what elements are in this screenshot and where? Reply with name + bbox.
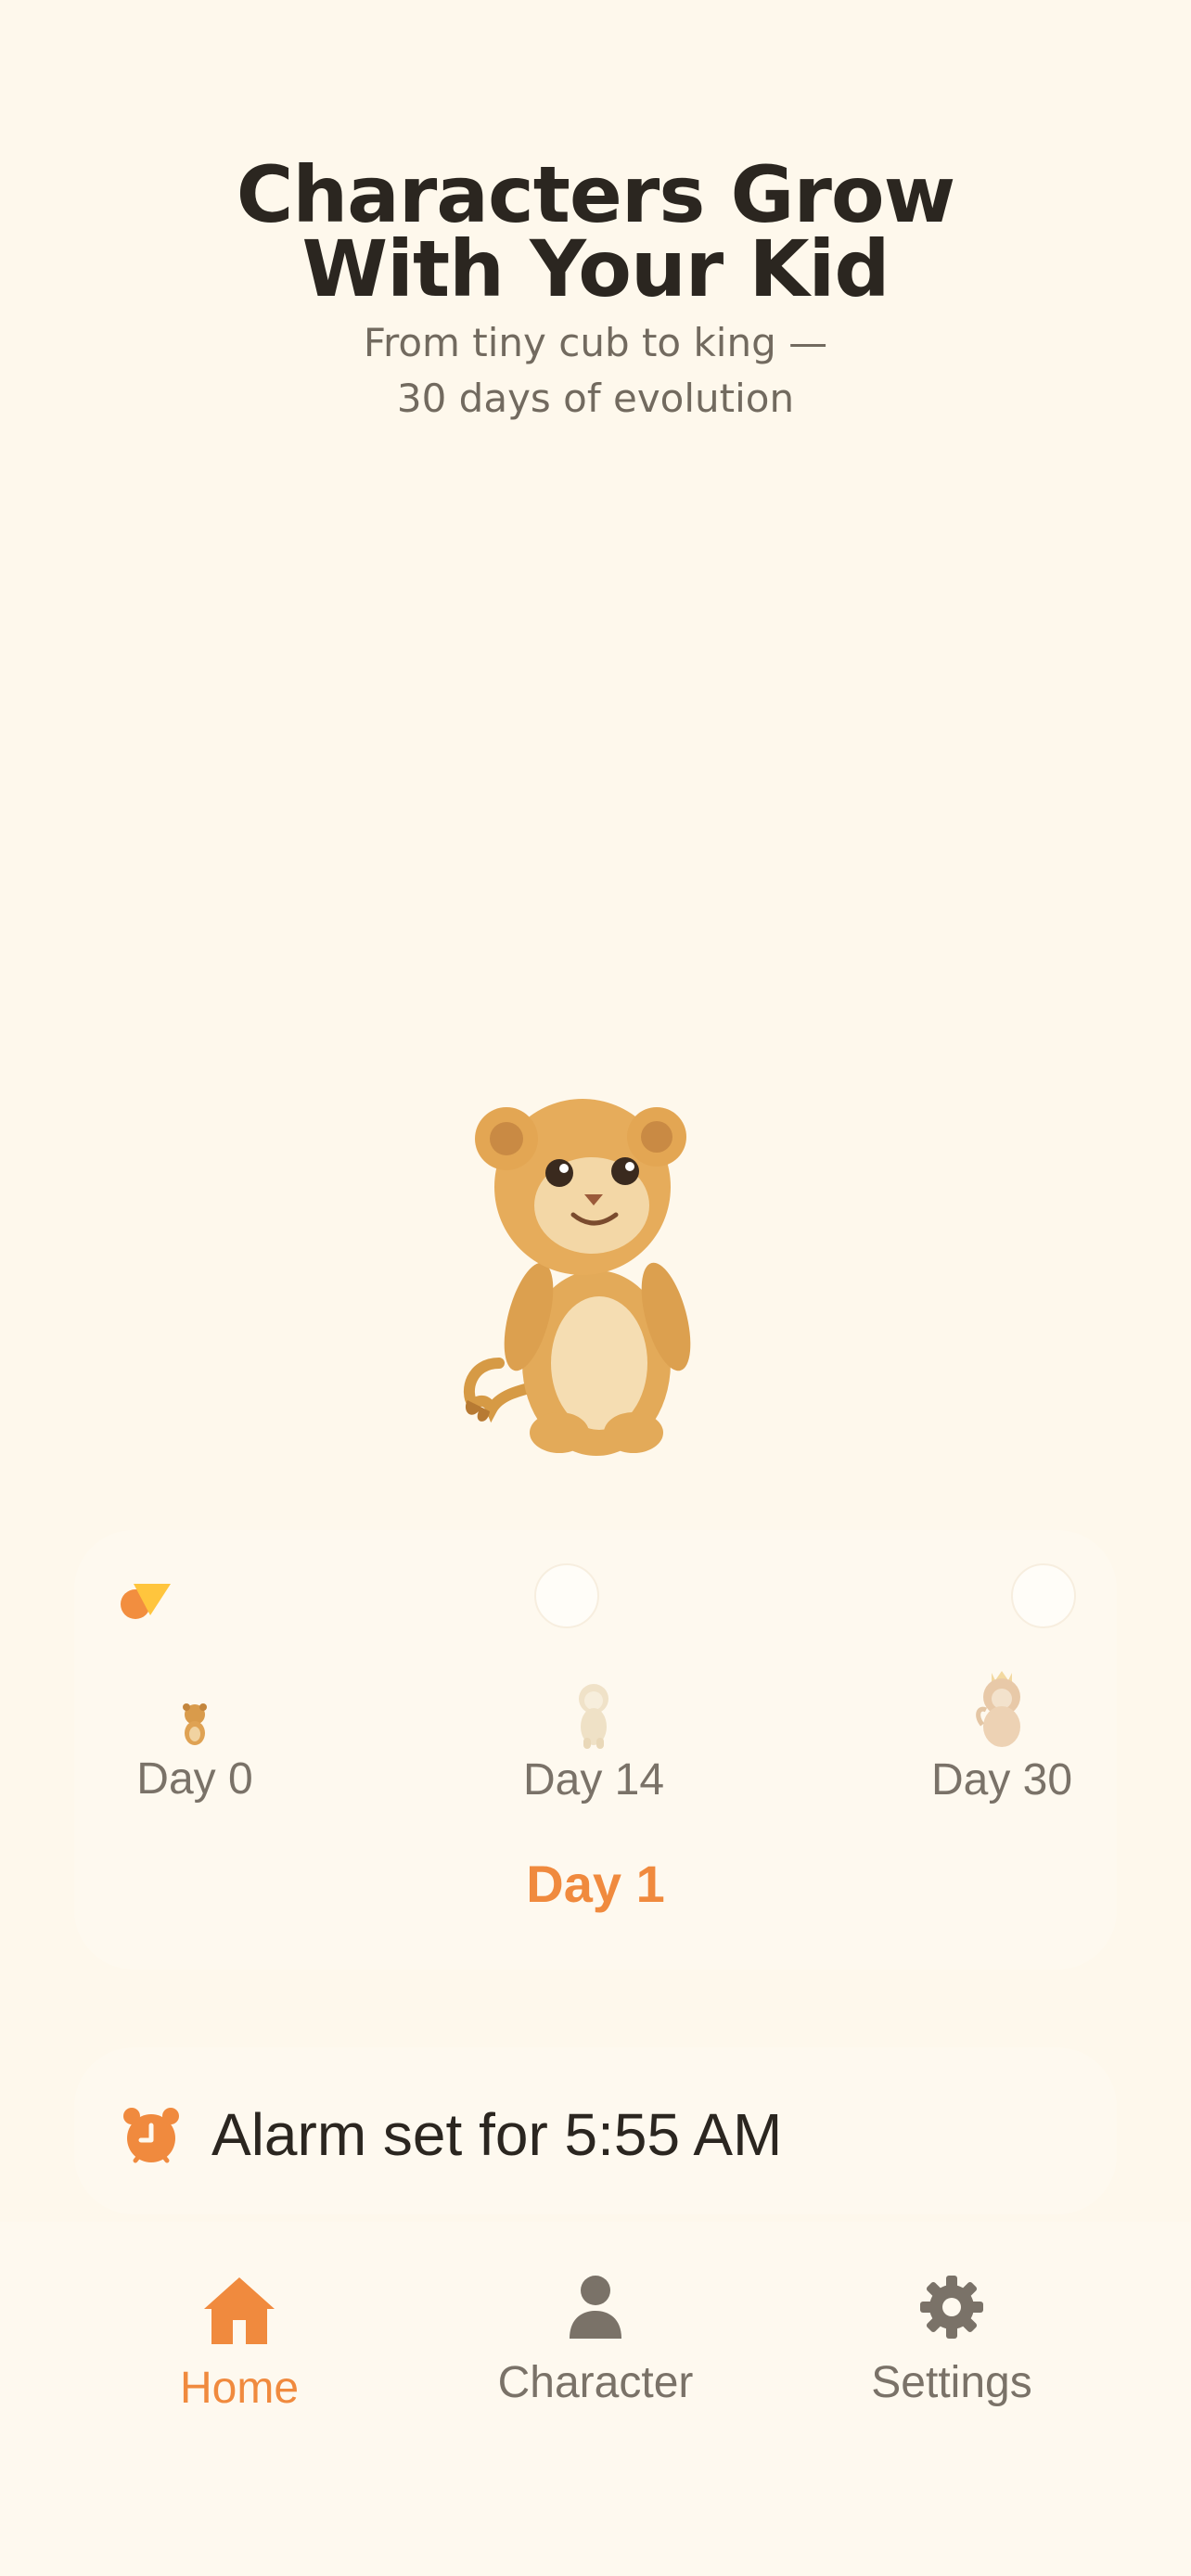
tab-settings[interactable]: Settings — [813, 2274, 1091, 2409]
stage-label: Day 14 — [522, 1755, 665, 1804]
page-subtitle: From tiny cub to king — 30 days of evolu… — [0, 315, 1191, 427]
progress-indicator — [121, 1584, 171, 1619]
alarm-status-card[interactable]: Alarm set for 5:55 AM — [74, 2047, 1117, 2214]
stage-day-14[interactable]: Day 14 — [492, 1682, 696, 1806]
lion-cub-character[interactable] — [462, 1085, 731, 1456]
title-line-2: With Your Kid — [301, 223, 890, 314]
stage-day-0[interactable]: Day 0 — [102, 1702, 288, 1805]
tab-label: Settings — [871, 2358, 1032, 2407]
gear-icon — [920, 2276, 983, 2339]
tab-home[interactable]: Home — [100, 2274, 378, 2415]
home-screen: Characters Grow With Your Kid From tiny … — [0, 0, 1191, 2576]
person-icon — [570, 2276, 621, 2339]
tab-label: Home — [179, 2364, 300, 2413]
lion-cub-icon — [183, 1703, 207, 1745]
page-title: Characters Grow With Your Kid — [0, 149, 1191, 314]
stage-day-30[interactable]: Day 30 — [900, 1669, 1104, 1806]
title-line-1: Characters Grow — [236, 149, 956, 240]
tab-character[interactable]: Character — [456, 2274, 735, 2409]
subtitle-line-1: From tiny cub to king — — [363, 320, 828, 365]
stage-label: Day 30 — [930, 1755, 1073, 1804]
home-icon — [204, 2277, 275, 2344]
subtitle-line-2: 30 days of evolution — [396, 376, 795, 421]
current-day-label: Day 1 — [526, 1855, 665, 1913]
alarm-clock-icon — [123, 2108, 179, 2163]
evolution-progress-card: Day 0 Day 14 Day 30 Day 1 — [74, 1530, 1117, 1970]
stage-label: Day 0 — [136, 1754, 253, 1804]
king-lion-icon — [976, 1671, 1020, 1747]
bottom-tab-bar: Home Character Settings — [0, 2222, 1191, 2576]
milestone-marker-day-14 — [534, 1563, 599, 1628]
milestone-marker-day-30 — [1011, 1563, 1076, 1628]
alarm-status-text: Alarm set for 5:55 AM — [211, 2101, 783, 2168]
young-lion-icon — [579, 1684, 608, 1749]
tab-label: Character — [497, 2358, 694, 2407]
